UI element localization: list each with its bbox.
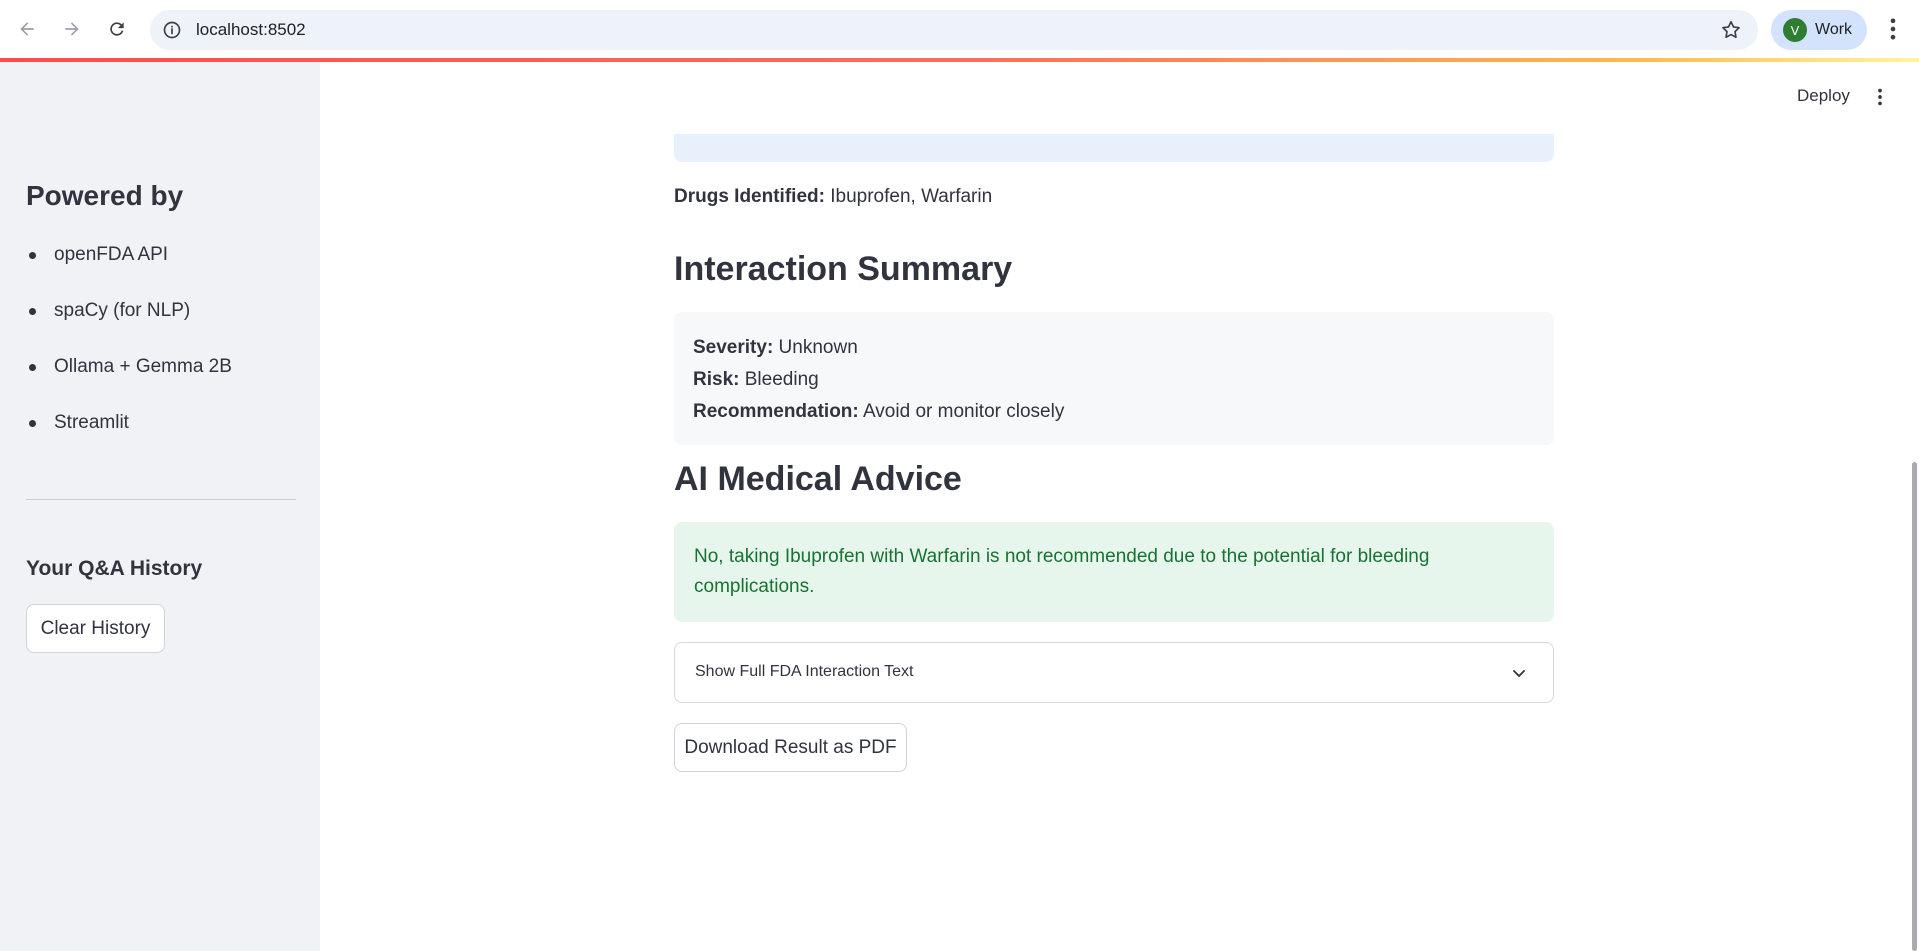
bookmark-star-icon[interactable]	[1720, 19, 1742, 41]
avatar: V	[1783, 18, 1807, 42]
expander-label[interactable]: Show Full FDA Interaction Text	[695, 663, 913, 681]
interaction-summary-heading: Interaction Summary	[674, 250, 1013, 288]
deploy-button[interactable]: Deploy	[1797, 86, 1850, 106]
interaction-summary-box: Severity: Unknown Risk: Bleeding Recomme…	[674, 312, 1554, 445]
powered-by-list: openFDA API spaCy (for NLP) Ollama + Gem…	[26, 227, 232, 451]
arrow-right-icon	[65, 22, 79, 36]
history-heading: Your Q&A History	[26, 557, 203, 580]
reload-button[interactable]	[100, 12, 134, 46]
severity-value: Unknown	[773, 337, 858, 358]
clear-history-button[interactable]: Clear History	[26, 604, 165, 653]
site-info-icon[interactable]	[162, 20, 182, 40]
list-item: openFDA API	[26, 227, 232, 283]
profile-label: Work	[1815, 21, 1853, 38]
fda-text-expander[interactable]: Show Full FDA Interaction Text	[674, 642, 1554, 703]
browser-toolbar: localhost:8502 V Work	[0, 0, 1919, 58]
chevron-down-icon[interactable]	[1511, 665, 1527, 681]
browser-menu-icon[interactable]	[1879, 15, 1907, 43]
address-bar[interactable]: localhost:8502	[150, 10, 1758, 50]
recommendation-label: Recommendation:	[693, 401, 859, 422]
drugs-value: Ibuprofen, Warfarin	[824, 186, 993, 207]
ai-advice-heading: AI Medical Advice	[674, 460, 962, 498]
reload-icon	[110, 22, 124, 36]
sidebar-divider	[26, 499, 296, 500]
forward-button[interactable]	[55, 12, 89, 46]
url-text[interactable]: localhost:8502	[196, 20, 306, 40]
list-item: Streamlit	[26, 395, 232, 451]
recommendation-value: Avoid or monitor closely	[858, 401, 1065, 422]
drugs-label: Drugs Identified:	[674, 186, 825, 207]
arrow-left-icon	[20, 22, 34, 36]
drugs-identified: Drugs Identified: Ibuprofen, Warfarin	[674, 186, 992, 208]
risk-label: Risk:	[693, 369, 740, 390]
scrollbar-thumb[interactable]	[1912, 462, 1917, 951]
profile-chip[interactable]: V Work	[1771, 10, 1867, 50]
back-button[interactable]	[10, 12, 44, 46]
info-box	[674, 134, 1554, 162]
risk-value: Bleeding	[739, 369, 819, 390]
powered-by-heading: Powered by	[26, 180, 184, 211]
main-menu-icon[interactable]	[1869, 84, 1891, 110]
ai-advice-success-box: No, taking Ibuprofen with Warfarin is no…	[674, 522, 1554, 622]
list-item: Ollama + Gemma 2B	[26, 339, 232, 395]
list-item: spaCy (for NLP)	[26, 283, 232, 339]
download-pdf-button[interactable]: Download Result as PDF	[674, 723, 907, 772]
severity-label: Severity:	[693, 337, 774, 358]
